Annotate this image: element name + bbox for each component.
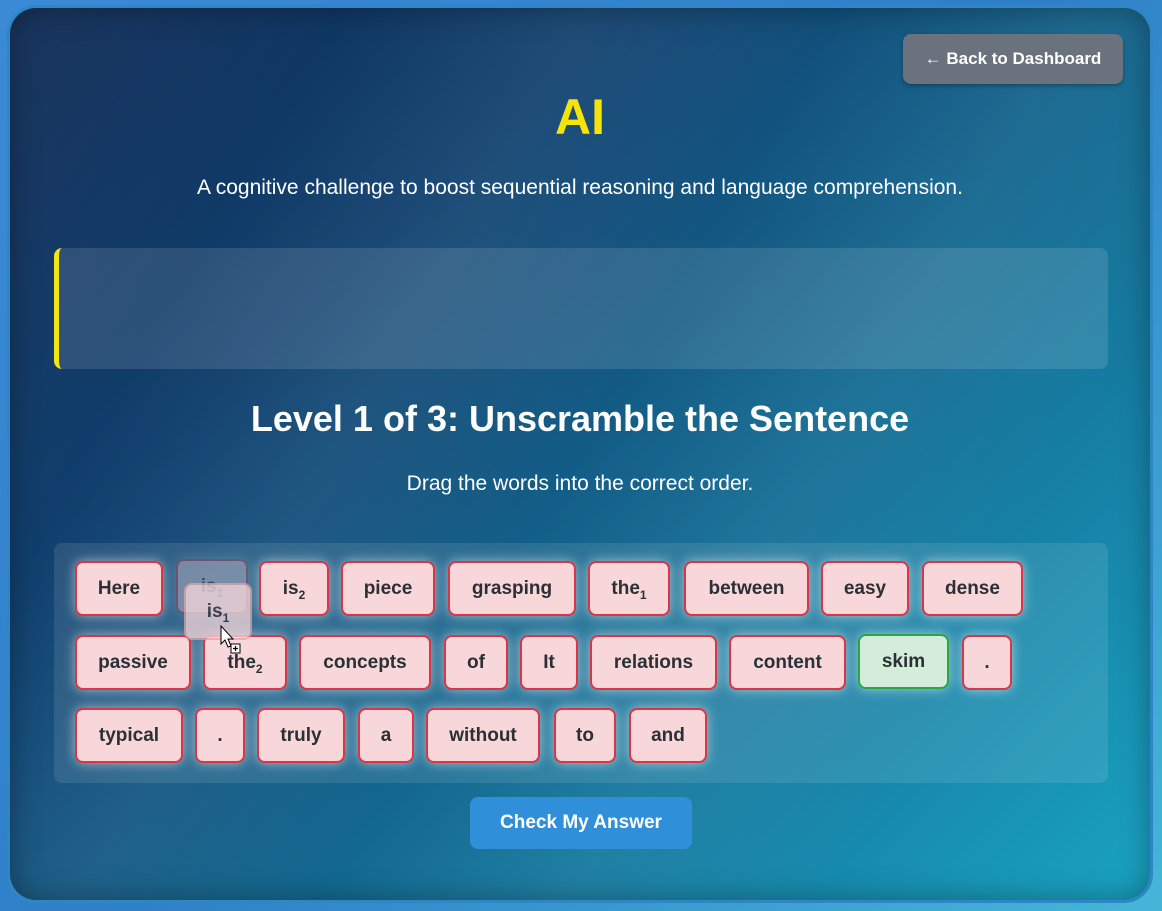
word-chip[interactable]: and (629, 708, 707, 763)
word-chip-label: passive (98, 651, 168, 673)
word-chip-correct[interactable]: skim (858, 634, 949, 689)
word-chip-label: of (467, 651, 485, 673)
word-chip-label: between (708, 577, 785, 599)
word-chip[interactable]: is 2 (259, 561, 329, 616)
word-chip[interactable]: of (444, 635, 508, 690)
word-chip-label: is (282, 577, 299, 599)
word-chip[interactable]: the 2 (203, 635, 287, 690)
word-chip[interactable]: without (426, 708, 540, 763)
word-chip[interactable]: It (520, 635, 578, 690)
word-chip[interactable]: grasping (448, 561, 576, 616)
word-chip[interactable]: between (684, 561, 809, 616)
word-chip-label: content (753, 651, 822, 673)
game-panel: ← Back to Dashboard AI A cognitive chall… (10, 8, 1150, 900)
word-chip-label: to (576, 724, 594, 746)
drag-copy-cursor-icon (220, 625, 241, 654)
word-chip-label: grasping (471, 577, 553, 599)
back-to-dashboard-button[interactable]: ← Back to Dashboard (903, 34, 1123, 84)
app-frame: ← Back to Dashboard AI A cognitive chall… (0, 0, 1162, 911)
word-chip-label: a (380, 724, 392, 746)
word-chip-label: Here (97, 577, 141, 599)
sentence-drop-zone[interactable] (54, 248, 1108, 369)
word-chip-label: dense (945, 577, 1000, 599)
level-title: Level 1 of 3: Unscramble the Sentence (250, 398, 910, 439)
word-chip-subscript: 2 (255, 661, 263, 676)
word-chip-subscript: 1 (639, 587, 647, 602)
word-chip-label: easy (843, 577, 887, 599)
word-chip[interactable]: the 1 (588, 561, 670, 616)
word-chip-label: . (984, 651, 990, 673)
check-answer-button[interactable]: Check My Answer (470, 797, 692, 849)
instructions: Drag the words into the correct order. (406, 472, 754, 495)
word-chip-label: is (206, 600, 223, 622)
word-chip[interactable]: piece (341, 561, 435, 616)
word-chip-subscript: 2 (298, 587, 306, 602)
word-chip-label: without (449, 724, 517, 746)
word-chip[interactable]: dense (922, 561, 1023, 616)
word-chip[interactable]: a (358, 708, 414, 763)
word-chip-label: piece (363, 577, 413, 599)
word-chip-label: typical (98, 724, 160, 746)
word-chip-label: the (611, 577, 640, 599)
word-chip-label: and (651, 724, 685, 746)
word-chip-label: . (217, 724, 223, 746)
word-chip-label: concepts (323, 651, 407, 673)
word-chip-label: truly (280, 724, 322, 746)
word-chip[interactable]: to (554, 708, 616, 763)
word-chip[interactable]: easy (821, 561, 909, 616)
word-chip[interactable]: content (729, 635, 846, 690)
word-chip-label: skim (881, 650, 926, 672)
word-chip[interactable]: truly (257, 708, 345, 763)
word-chip[interactable]: concepts (299, 635, 431, 690)
word-chip[interactable]: Here (75, 561, 163, 616)
word-chip[interactable]: . (195, 708, 245, 763)
game-subtitle: A cognitive challenge to boost sequentia… (197, 176, 963, 199)
word-chip-subscript: 1 (222, 610, 230, 625)
word-chip[interactable]: . (962, 635, 1012, 690)
word-chip-label: It (543, 651, 555, 673)
word-chip[interactable]: passive (75, 635, 191, 690)
word-chip[interactable]: relations (590, 635, 717, 690)
word-chip[interactable]: typical (75, 708, 183, 763)
game-title: AI (555, 89, 605, 145)
word-chip-label: relations (613, 651, 694, 673)
